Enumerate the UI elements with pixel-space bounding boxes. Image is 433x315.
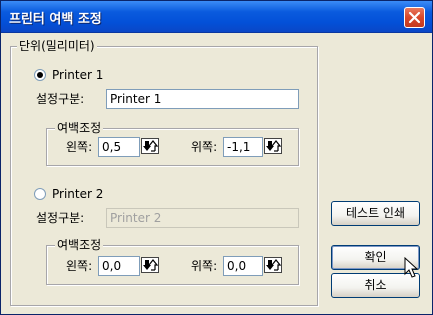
spinner-arrows-icon bbox=[143, 259, 158, 271]
spinner-arrows-icon bbox=[266, 259, 281, 271]
test-print-button[interactable]: 테스트 인쇄 bbox=[331, 201, 420, 226]
printer2-left-spinner[interactable] bbox=[141, 257, 159, 273]
printer1-top-spinner[interactable] bbox=[264, 138, 282, 154]
printer2-setting-label: 설정구분: bbox=[36, 211, 85, 225]
printer1-radio-label[interactable]: Printer 1 bbox=[52, 68, 103, 82]
spinner-arrows-icon bbox=[143, 140, 158, 152]
printer1-left-label: 왼쪽: bbox=[66, 140, 93, 154]
spinner-arrows-icon bbox=[266, 140, 281, 152]
printer2-top-spinner[interactable] bbox=[264, 257, 282, 273]
printer2-left-input[interactable]: 0,0 bbox=[98, 256, 140, 276]
mouse-pointer-icon bbox=[404, 257, 419, 278]
unit-group-label: 단위(밀리미터) bbox=[17, 39, 97, 53]
printer1-margin-group-label: 여백조정 bbox=[55, 121, 104, 135]
printer2-margin-group-label: 여백조정 bbox=[55, 238, 104, 252]
window-title: 프린터 여백 조정 bbox=[9, 12, 102, 27]
printer2-radio-label[interactable]: Printer 2 bbox=[52, 187, 103, 201]
printer1-setting-label: 설정구분: bbox=[36, 92, 85, 106]
printer-margin-dialog: 프린터 여백 조정 단위(밀리미터) Printer 1 설정구분: Print… bbox=[0, 0, 433, 315]
title-bar[interactable]: 프린터 여백 조정 bbox=[1, 1, 432, 33]
printer1-setting-input[interactable]: Printer 1 bbox=[106, 89, 299, 109]
printer2-top-input[interactable]: 0,0 bbox=[223, 256, 263, 276]
printer1-top-label: 위쪽: bbox=[191, 140, 218, 154]
printer2-radio[interactable] bbox=[34, 188, 46, 200]
printer2-top-label: 위쪽: bbox=[191, 259, 218, 273]
printer2-setting-input: Printer 2 bbox=[106, 208, 299, 228]
printer1-left-input[interactable]: 0,5 bbox=[98, 137, 140, 157]
printer1-left-spinner[interactable] bbox=[141, 138, 159, 154]
printer1-radio[interactable] bbox=[34, 69, 46, 81]
close-button[interactable] bbox=[404, 7, 425, 28]
printer1-top-input[interactable]: -1,1 bbox=[223, 137, 263, 157]
printer2-left-label: 왼쪽: bbox=[66, 259, 93, 273]
close-icon bbox=[408, 11, 421, 24]
